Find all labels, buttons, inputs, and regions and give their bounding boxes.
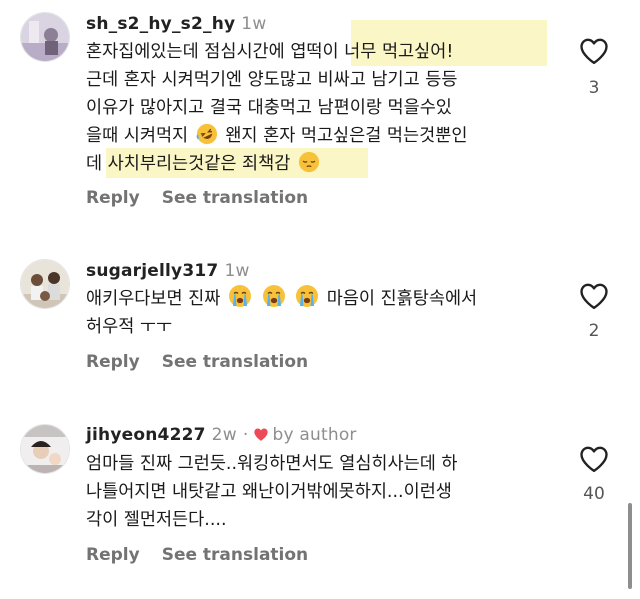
- pensive-emoji: [298, 151, 320, 173]
- comment-line: 근데 혼자 시켜먹기엔 양도많고 비싸고 남기고 등등: [86, 70, 458, 90]
- username-text[interactable]: sugarjelly317: [86, 261, 218, 281]
- see-translation-button[interactable]: See translation: [162, 545, 308, 565]
- comment-line-text: 데 사치부리는것같은 죄책감: [86, 154, 291, 174]
- like-count: 3: [588, 78, 600, 98]
- comment-actions: Reply See translation: [86, 545, 330, 565]
- like-count: 2: [588, 321, 600, 341]
- comment-time: 2w: [211, 425, 237, 445]
- loudly-crying-emoji: [228, 284, 252, 308]
- profile-photo-icon: [21, 425, 69, 473]
- comment-actions: Reply See translation: [86, 352, 330, 372]
- comment-username[interactable]: jihyeon4227 2w · by author: [86, 425, 357, 445]
- comment-actions: Reply See translation: [86, 188, 330, 208]
- comment-line: 나틀어지면 내탓같고 왜난이거밖에못하지...이런생: [86, 482, 452, 502]
- comment-line: 각이 젤먼저든다....: [86, 510, 227, 530]
- comment-line: 애키우다보면 진짜 마음이 진흙탕속에서: [86, 284, 477, 313]
- comment-username[interactable]: sugarjelly317 1w: [86, 261, 250, 281]
- comment-time: 1w: [224, 261, 250, 281]
- comment-text: 애키우다보면 진짜 마음이 진흙탕속에서 허우적 ㅜㅜ: [86, 284, 477, 341]
- comment-line: 이유가 많아지고 결국 대충먹고 남편이랑 먹을수있: [86, 98, 452, 118]
- heart-outline-icon[interactable]: [579, 37, 609, 65]
- loudly-crying-emoji: [295, 284, 319, 308]
- loudly-crying-emoji: [262, 284, 286, 308]
- heart-filled-icon: [253, 428, 268, 441]
- reply-button[interactable]: Reply: [86, 352, 140, 372]
- comment-line: 혼자집에있는데 점심시간에 엽떡이 너무 먹고싶어!: [86, 20, 547, 66]
- reply-button[interactable]: Reply: [86, 188, 140, 208]
- comment-line: 엄마들 진짜 그런듯..워킹하면서도 열심히사는데 하: [86, 454, 458, 474]
- username-text[interactable]: jihyeon4227: [86, 425, 206, 445]
- avatar[interactable]: [20, 259, 70, 309]
- comment-line-text: 을때 시켜먹지: [86, 126, 189, 146]
- comment-text: 혼자집에있는데 점심시간에 엽떡이 너무 먹고싶어! 근데 혼자 시켜먹기엔 양…: [86, 20, 547, 178]
- comment-line-text: 애키우다보면 진짜: [86, 289, 221, 309]
- comment-line-text: 마음이 진흙탕속에서: [326, 289, 478, 309]
- see-translation-button[interactable]: See translation: [162, 352, 308, 372]
- comment-line-text: 왠지 혼자 먹고싶은걸 먹는것뿐인: [225, 126, 468, 146]
- comment-line: 을때 시켜먹지 왠지 혼자 먹고싶은걸 먹는것뿐인: [86, 122, 467, 150]
- see-translation-button[interactable]: See translation: [162, 188, 308, 208]
- profile-photo-icon: [21, 13, 69, 61]
- comment-line: 데 사치부리는것같은 죄책감: [86, 148, 467, 178]
- avatar[interactable]: [20, 424, 70, 474]
- heart-outline-icon[interactable]: [579, 445, 609, 473]
- by-author-badge: · by author: [242, 425, 357, 445]
- avatar[interactable]: [20, 12, 70, 62]
- scrollbar[interactable]: [628, 503, 632, 589]
- by-author-text: by author: [272, 425, 357, 445]
- profile-photo-icon: [21, 260, 69, 308]
- heart-outline-icon[interactable]: [579, 282, 609, 310]
- comment-line-text: 혼자집에있는데 점심시간에 엽떡이 너무 먹고싶어!: [86, 42, 454, 62]
- comment-time: 1w: [241, 14, 267, 34]
- reply-button[interactable]: Reply: [86, 545, 140, 565]
- like-count: 40: [583, 484, 605, 504]
- comment-text: 엄마들 진짜 그런듯..워킹하면서도 열심히사는데 하 나틀어지면 내탓같고 왜…: [86, 450, 457, 534]
- rofl-emoji: [196, 123, 218, 145]
- comment-username[interactable]: sh_s2_hy_s2_hy 1w: [86, 14, 266, 34]
- username-text[interactable]: sh_s2_hy_s2_hy: [86, 14, 235, 34]
- comment-line: 허우적 ㅜㅜ: [86, 317, 173, 337]
